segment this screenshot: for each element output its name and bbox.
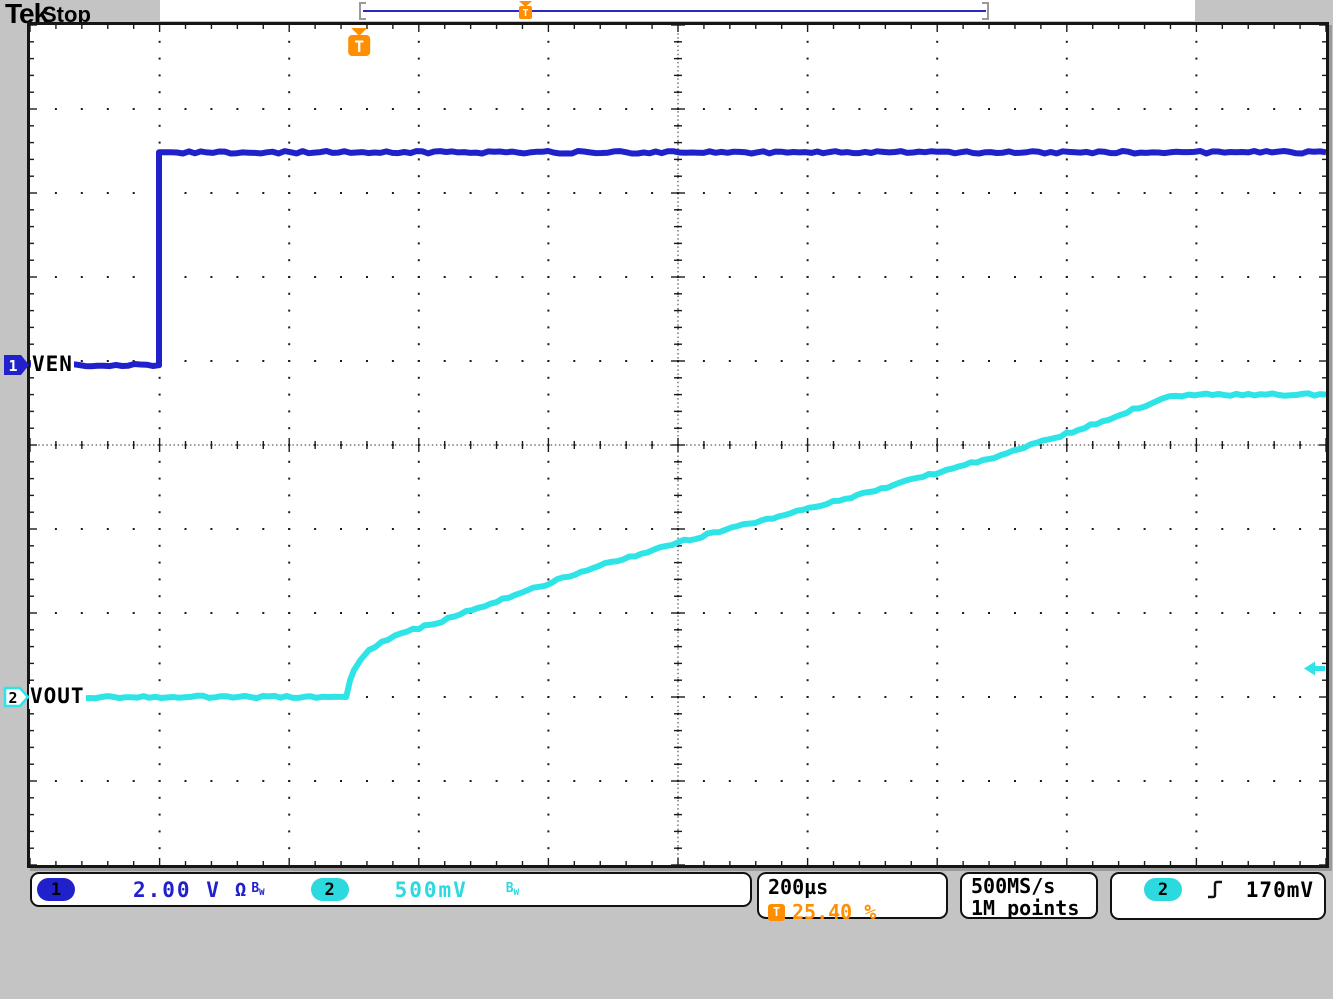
trigger-readout-box[interactable]: 2 170mV <box>1110 872 1326 920</box>
ch2-marker-number: 2 <box>8 689 17 707</box>
ch1-badge: 1 <box>37 878 75 901</box>
waveform-plot: T <box>30 25 1326 865</box>
ch2-reference-marker: 2 <box>3 685 31 709</box>
acquisition-readout-box[interactable]: 500MS/s 1M points <box>960 872 1098 919</box>
channel-readouts-box[interactable]: 1 2.00 V Ω BW 2 500mV BW <box>30 872 752 907</box>
sample-rate-readout: 500MS/s <box>971 875 1096 897</box>
ch2-trace-label: VOUT <box>29 684 86 709</box>
ch1-badge-number: 1 <box>51 880 61 900</box>
timebase-scale: 200µs <box>768 875 946 899</box>
trigger-position-readout: 25.40 % <box>792 900 876 924</box>
rising-edge-icon <box>1206 879 1224 900</box>
svg-text:T: T <box>354 37 364 56</box>
oscilloscope-screen: Tek Stop T T 1 2 VEN VOUT <box>0 0 1333 999</box>
ch2-badge-number: 2 <box>324 880 334 900</box>
timebase-readout-box[interactable]: 200µs T 25.40 % <box>757 872 948 919</box>
ch2-badge: 2 <box>311 878 349 901</box>
trigger-level-readout: 170mV <box>1246 878 1314 902</box>
ch1-scale-readout: 2.00 V <box>133 878 221 902</box>
ch1-marker-number: 1 <box>8 357 17 375</box>
svg-text:T: T <box>522 8 528 19</box>
ch1-reference-marker: 1 <box>3 353 31 377</box>
trigger-position-icon: T <box>768 904 785 921</box>
record-length-readout: 1M points <box>971 897 1096 919</box>
ch1-trace-label: VEN <box>31 352 74 377</box>
waveform-display: T <box>27 22 1329 868</box>
ch2-scale-readout: 500mV <box>395 878 468 902</box>
acquisition-preview-strip: T <box>160 0 1195 21</box>
ch1-impedance-icon: Ω <box>235 879 246 901</box>
acquisition-preview-graphic: T <box>160 0 1195 21</box>
trigger-source-number: 2 <box>1158 880 1168 900</box>
ch1-bandwidth-icon: BW <box>251 881 264 898</box>
ch2-bandwidth-icon: BW <box>506 881 519 898</box>
trigger-source-badge: 2 <box>1144 878 1182 901</box>
trigger-position-mini-icon: T <box>519 1 532 19</box>
